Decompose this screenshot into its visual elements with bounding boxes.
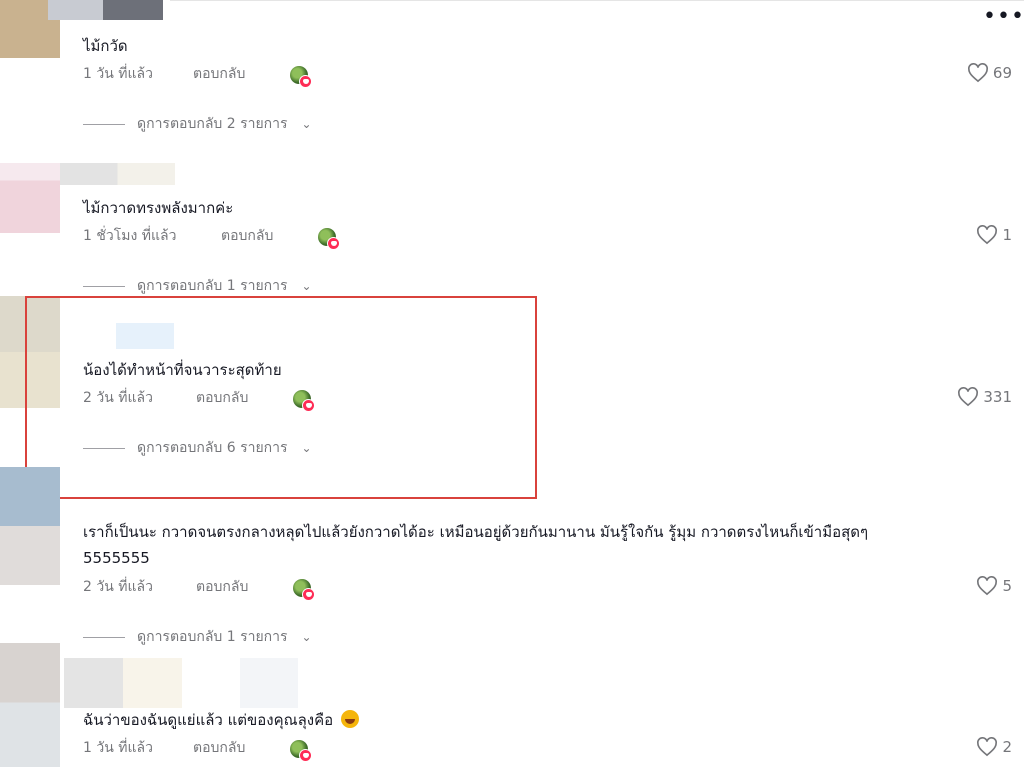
like-count: 5 — [1002, 577, 1012, 595]
view-replies-button[interactable]: ดูการตอบกลับ 1 รายการ ⌄ — [83, 626, 312, 648]
like-count: 331 — [983, 388, 1012, 406]
comment-text: เราก็เป็นนะ กวาดจนตรงกลางหลุดไปแล้วยังกว… — [83, 523, 869, 541]
highlight-box — [25, 296, 537, 499]
creator-liked-icon — [318, 228, 340, 250]
top-divider — [170, 0, 1024, 1]
reply-button[interactable]: ตอบกลับ — [221, 226, 273, 246]
avatar[interactable] — [0, 643, 60, 767]
comment-text-line2: 5555555 — [83, 549, 150, 567]
reply-button[interactable]: ตอบกลับ — [196, 577, 248, 597]
avatar[interactable] — [0, 163, 60, 233]
like-button[interactable]: 331 — [957, 387, 1012, 407]
reply-button[interactable]: ตอบกลับ — [193, 64, 245, 84]
view-replies-button[interactable]: ดูการตอบกลับ 1 รายการ ⌄ — [83, 275, 312, 297]
username-redacted[interactable] — [60, 163, 175, 185]
creator-liked-icon — [290, 66, 312, 88]
divider-dash — [83, 636, 125, 638]
view-replies-button[interactable]: ดูการตอบกลับ 2 รายการ ⌄ — [83, 113, 312, 135]
chevron-down-icon: ⌄ — [301, 117, 312, 131]
username-redacted[interactable] — [64, 658, 182, 708]
like-count: 69 — [992, 64, 1012, 82]
more-options-icon[interactable]: ••• — [983, 6, 1024, 28]
rofl-emoji-icon — [341, 710, 360, 728]
heart-outline-icon — [977, 737, 998, 757]
username-redacted — [240, 658, 298, 708]
heart-outline-icon — [958, 387, 979, 407]
like-count: 1 — [1002, 226, 1012, 244]
comment-time: 1 ชั่วโมง ที่แล้ว — [83, 228, 177, 244]
divider-dash — [83, 285, 125, 287]
comment-text: ไม้กวัด — [83, 37, 128, 55]
like-count: 2 — [1002, 738, 1012, 756]
comment-text: ไม้กวาดทรงพลังมากค่ะ — [83, 199, 234, 217]
divider-dash — [83, 123, 125, 125]
comment-time: 2 วัน ที่แล้ว — [83, 579, 153, 595]
username-redacted[interactable] — [48, 0, 163, 20]
heart-outline-icon — [977, 225, 998, 245]
view-replies-label: ดูการตอบกลับ 2 รายการ — [137, 116, 288, 132]
creator-liked-icon — [293, 579, 315, 601]
like-button[interactable]: 5 — [976, 576, 1012, 596]
chevron-down-icon: ⌄ — [301, 279, 312, 293]
comment-time: 1 วัน ที่แล้ว — [83, 740, 153, 756]
like-button[interactable]: 1 — [976, 225, 1012, 245]
heart-outline-icon — [977, 576, 998, 596]
view-replies-label: ดูการตอบกลับ 1 รายการ — [137, 278, 288, 294]
view-replies-label: ดูการตอบกลับ 1 รายการ — [137, 629, 288, 645]
reply-button[interactable]: ตอบกลับ — [193, 738, 245, 758]
chevron-down-icon: ⌄ — [301, 630, 312, 644]
like-button[interactable]: 2 — [976, 737, 1012, 757]
comment-time: 1 วัน ที่แล้ว — [83, 66, 153, 82]
comment-text-content: ฉันว่าของฉันดูแย่แล้ว แต่ของคุณลุงคือ — [83, 711, 334, 729]
heart-outline-icon — [967, 63, 988, 83]
avatar[interactable] — [0, 467, 60, 585]
comment-text: ฉันว่าของฉันดูแย่แล้ว แต่ของคุณลุงคือ — [83, 709, 360, 731]
like-button[interactable]: 69 — [967, 63, 1012, 83]
creator-liked-icon — [290, 740, 312, 762]
